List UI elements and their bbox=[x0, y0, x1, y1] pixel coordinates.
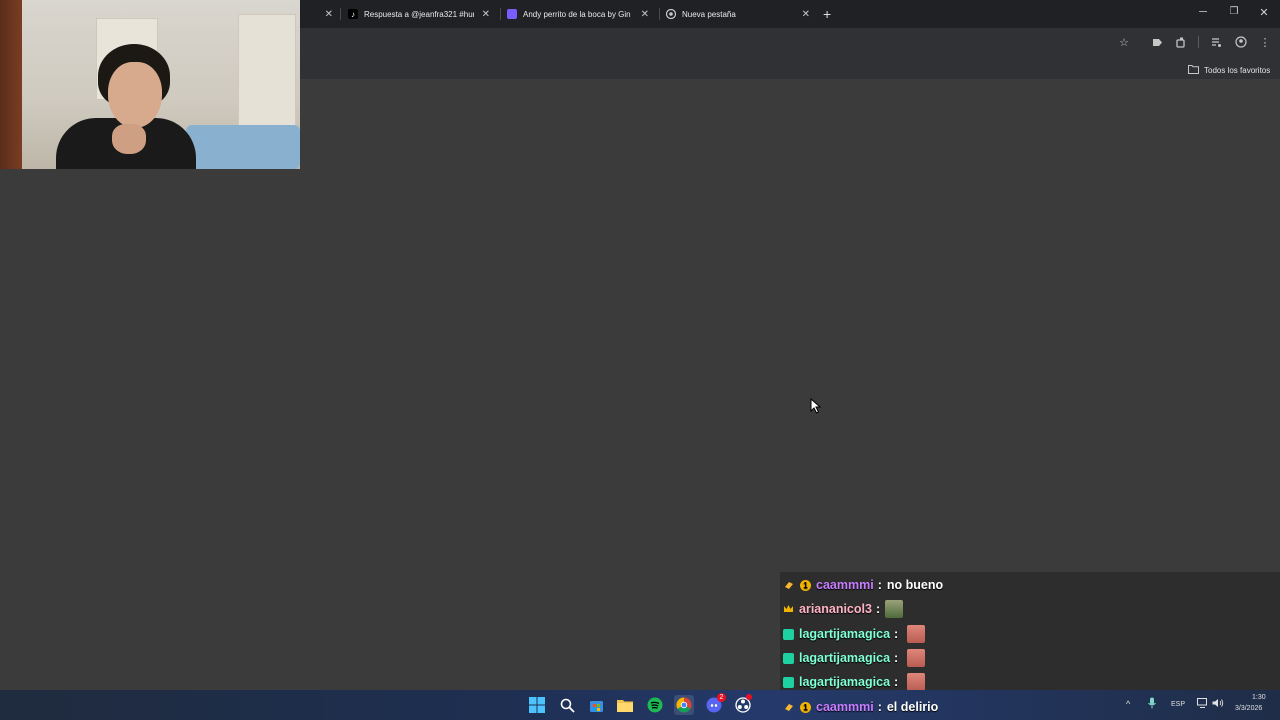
chat-message: ariananicol3 : bbox=[780, 597, 1278, 621]
chrome-icon bbox=[666, 9, 676, 19]
tab-new[interactable]: Nueva pestaña ✕ bbox=[666, 0, 816, 28]
extensions-icon[interactable] bbox=[1173, 34, 1189, 50]
crown-icon bbox=[783, 604, 794, 615]
chat-separator: : bbox=[877, 578, 882, 592]
obs-icon[interactable] bbox=[733, 694, 753, 715]
search-icon[interactable] bbox=[557, 695, 577, 715]
chat-message: 1 caammmi : no bueno bbox=[780, 573, 1278, 597]
close-tab-icon[interactable]: ✕ bbox=[482, 9, 490, 20]
webcam-door bbox=[0, 0, 22, 169]
thumb-emote bbox=[907, 673, 926, 691]
clock-time[interactable]: 1:30 bbox=[1252, 694, 1266, 701]
tiktok-icon: ♪ bbox=[348, 9, 358, 19]
bits-icon bbox=[783, 580, 794, 591]
star-icon[interactable]: ☆ bbox=[1116, 34, 1132, 50]
chat-separator: : bbox=[894, 627, 899, 641]
clock-date[interactable]: 3/3/2026 bbox=[1235, 705, 1262, 712]
discord-icon[interactable]: 2 bbox=[704, 693, 726, 715]
store-icon[interactable] bbox=[586, 695, 606, 715]
chat-username[interactable]: lagartijamagica bbox=[799, 651, 890, 665]
file-explorer-icon[interactable] bbox=[615, 695, 635, 715]
gold-one-icon: 1 bbox=[800, 701, 811, 713]
new-tab-button[interactable]: + bbox=[823, 6, 831, 22]
close-tab-icon[interactable]: ✕ bbox=[641, 9, 649, 20]
tab-title: Andy perrito de la boca by Gin bbox=[523, 9, 631, 19]
toolbar-divider bbox=[1198, 36, 1199, 48]
profile-icon[interactable] bbox=[1233, 34, 1249, 50]
tab-tiktok[interactable]: ♪ Respuesta a @jeanfra321 #hum ✕ bbox=[348, 0, 496, 28]
window-close-icon[interactable]: ✕ bbox=[1254, 6, 1274, 19]
network-icon[interactable] bbox=[1197, 698, 1209, 710]
tab-andy[interactable]: Andy perrito de la boca by Gin ✕ bbox=[507, 0, 655, 28]
media-control-icon[interactable] bbox=[1208, 34, 1224, 50]
thumb-emote bbox=[907, 649, 926, 667]
volume-icon[interactable] bbox=[1212, 698, 1224, 710]
restore-icon[interactable]: ❐ bbox=[1224, 6, 1244, 17]
chat-text: no bueno bbox=[886, 578, 944, 592]
gold-one-icon: 1 bbox=[800, 579, 811, 591]
microphone-icon[interactable] bbox=[1147, 697, 1157, 711]
minimize-icon[interactable]: ─ bbox=[1193, 6, 1213, 18]
folder-icon bbox=[1188, 61, 1199, 79]
discord-badge: 2 bbox=[717, 693, 726, 702]
chat-separator: : bbox=[875, 602, 881, 616]
spotify-icon[interactable] bbox=[645, 695, 665, 715]
chat-text: el delirio bbox=[886, 700, 939, 714]
bits-icon bbox=[783, 702, 794, 713]
webcam-person-face bbox=[108, 62, 162, 128]
chat-username[interactable]: caammmi bbox=[816, 578, 874, 592]
mouse-cursor-icon bbox=[810, 398, 822, 414]
chat-message: lagartijamagica : bbox=[780, 646, 1278, 670]
tab-divider bbox=[340, 8, 341, 20]
chat-username[interactable]: caammmi bbox=[816, 700, 874, 714]
chrome-taskbar-icon[interactable] bbox=[674, 695, 694, 715]
tab-divider bbox=[500, 8, 501, 20]
sub-icon bbox=[783, 676, 794, 688]
tab-divider bbox=[659, 8, 660, 20]
sub-icon bbox=[783, 652, 794, 664]
app-icon bbox=[507, 9, 517, 19]
chevron-up-icon[interactable]: ^ bbox=[1126, 699, 1130, 709]
tab-active-remnant[interactable]: ✕ bbox=[300, 0, 340, 28]
chat-separator: : bbox=[894, 675, 899, 689]
all-bookmarks-button[interactable]: Todos los favoritos bbox=[1188, 61, 1270, 79]
chat-separator: : bbox=[894, 651, 899, 665]
chat-username[interactable]: lagartijamagica bbox=[799, 627, 890, 641]
chat-username[interactable]: lagartijamagica bbox=[799, 675, 890, 689]
sub-icon bbox=[783, 628, 794, 640]
extension-pin-icon[interactable] bbox=[1149, 34, 1165, 50]
portrait-emote bbox=[885, 600, 904, 618]
tab-title: Respuesta a @jeanfra321 #hum bbox=[364, 9, 474, 19]
close-tab-icon[interactable]: ✕ bbox=[802, 9, 810, 20]
chat-separator: : bbox=[877, 700, 882, 714]
more-menu-icon[interactable]: ⋮ bbox=[1257, 34, 1273, 50]
webcam-window-blind bbox=[238, 14, 296, 134]
all-bookmarks-label: Todos los favoritos bbox=[1204, 65, 1271, 75]
webcam-overlay bbox=[0, 0, 300, 169]
webcam-bed bbox=[186, 125, 300, 169]
tab-title: Nueva pestaña bbox=[682, 9, 736, 19]
chat-message: lagartijamagica : bbox=[780, 622, 1278, 646]
thumb-emote bbox=[907, 625, 926, 643]
close-tab-icon[interactable]: ✕ bbox=[325, 9, 333, 20]
language-indicator[interactable]: ESP bbox=[1171, 701, 1185, 708]
notification-dot bbox=[746, 694, 752, 700]
chat-username[interactable]: ariananicol3 bbox=[799, 602, 872, 616]
webcam-person-hand bbox=[112, 124, 146, 154]
windows-start-icon[interactable] bbox=[527, 695, 547, 715]
